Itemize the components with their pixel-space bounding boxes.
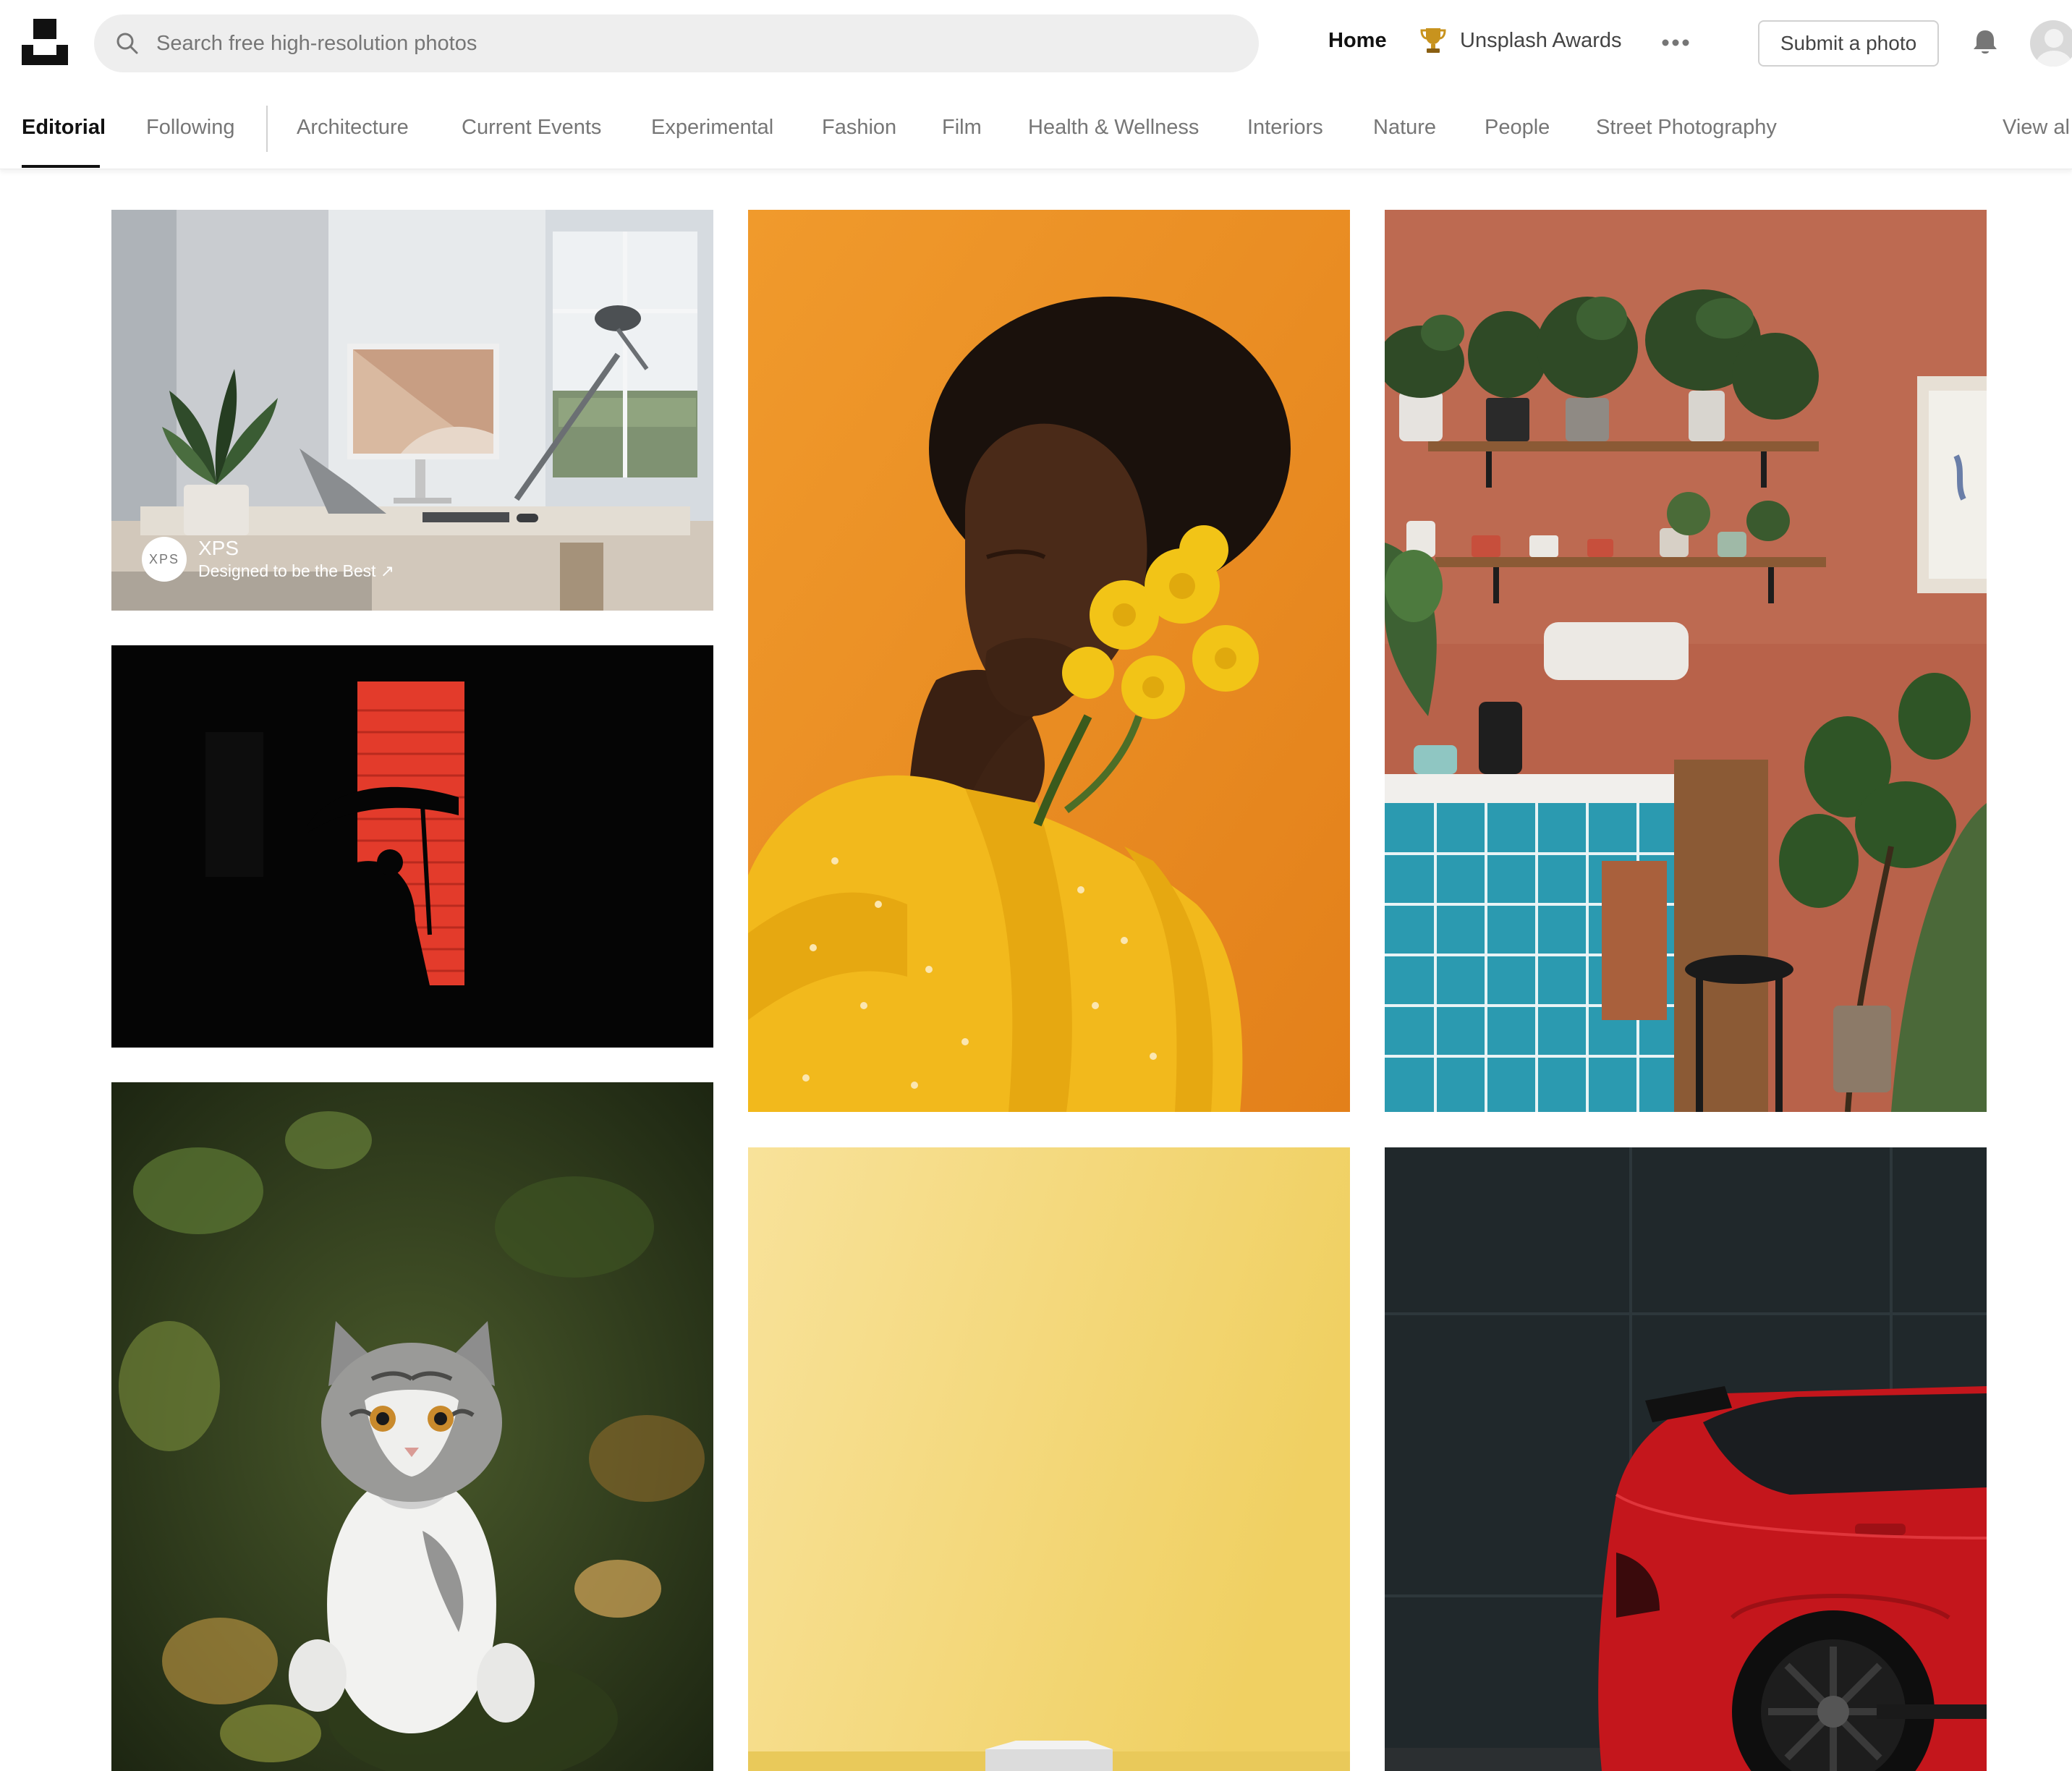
yellow-backdrop-image	[748, 1147, 1350, 1771]
tab-interiors[interactable]: Interiors	[1247, 116, 1323, 140]
photo-plant-shelves-kitchen[interactable]	[1385, 210, 1987, 1112]
tab-current-events[interactable]: Current Events	[462, 116, 601, 140]
tab-experimental[interactable]: Experimental	[651, 116, 773, 140]
tab-nature[interactable]: Nature	[1373, 116, 1436, 140]
photo-kitten[interactable]	[111, 1082, 713, 1771]
tab-divider	[266, 106, 268, 152]
user-avatar[interactable]	[2030, 20, 2072, 67]
tab-health-wellness[interactable]: Health & Wellness	[1028, 116, 1199, 140]
tab-fashion[interactable]: Fashion	[822, 116, 896, 140]
photo-woman-yellow-flowers[interactable]	[748, 210, 1350, 1112]
sponsor-name: XPS	[198, 537, 239, 559]
sponsor-badge[interactable]: XPS XPS Designed to be the Best ↗	[142, 537, 394, 582]
sponsor-tagline[interactable]: Designed to be the Best ↗	[198, 560, 394, 582]
tab-people[interactable]: People	[1485, 116, 1550, 140]
notifications-bell-icon[interactable]	[1969, 26, 2001, 58]
category-tabs: Editorial Following Architecture Current…	[0, 85, 2072, 169]
tab-film[interactable]: Film	[942, 116, 982, 140]
tab-architecture[interactable]: Architecture	[297, 116, 409, 140]
tab-following[interactable]: Following	[146, 116, 235, 140]
active-tab-indicator	[22, 165, 100, 168]
search-bar[interactable]	[94, 14, 1259, 72]
awards-label: Unsplash Awards	[1460, 28, 1622, 52]
sponsor-logo: XPS	[142, 537, 187, 582]
photo-red-car[interactable]	[1385, 1147, 1987, 1771]
submit-photo-button[interactable]: Submit a photo	[1758, 20, 1939, 67]
red-window-silhouette-image	[111, 645, 713, 1048]
trophy-icon	[1420, 28, 1446, 53]
woman-yellow-flowers-image	[748, 210, 1350, 1112]
search-icon[interactable]	[114, 30, 140, 56]
nav-awards-link[interactable]: Unsplash Awards	[1419, 26, 1622, 55]
more-options-icon[interactable]	[1661, 38, 1690, 48]
unsplash-logo-icon[interactable]	[22, 19, 68, 65]
tab-street-photography[interactable]: Street Photography	[1596, 116, 1777, 140]
red-car-image	[1385, 1147, 1987, 1771]
plant-shelves-kitchen-image	[1385, 210, 1987, 1112]
top-header: Home Unsplash Awards Submit a photo	[0, 0, 2072, 85]
photo-desk-workspace[interactable]: XPS XPS Designed to be the Best ↗	[111, 210, 713, 611]
photo-yellow-backdrop[interactable]	[748, 1147, 1350, 1771]
search-input[interactable]	[156, 14, 1227, 72]
tab-editorial[interactable]: Editorial	[22, 116, 106, 140]
kitten-image	[111, 1082, 713, 1771]
photo-red-window-silhouette[interactable]	[111, 645, 713, 1048]
tab-view-all[interactable]: View al	[2003, 116, 2070, 140]
nav-home-link[interactable]: Home	[1328, 29, 1387, 53]
